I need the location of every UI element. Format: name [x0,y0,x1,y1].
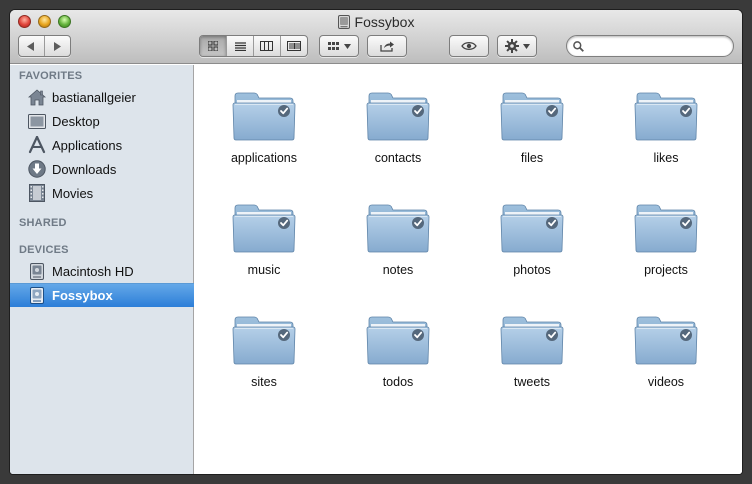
downloads-icon [28,160,46,178]
quick-look-button[interactable] [449,35,489,57]
back-forward-control [18,35,71,57]
window-title: Fossybox [10,13,742,31]
search-field[interactable] [566,35,734,57]
folder-icon [232,202,296,254]
sidebar-item-fossybox[interactable]: Fossybox [10,283,194,307]
folder-item[interactable]: todos [338,314,458,414]
sidebar-item-macintosh-hd[interactable]: Macintosh HD [10,259,194,283]
folder-icon [634,202,698,254]
chevron-down-icon [522,43,530,49]
forward-arrow-icon [54,41,62,51]
forward-button[interactable] [45,36,70,56]
folder-label: applications [230,151,297,165]
folder-icon [232,90,296,142]
sidebar-item-downloads[interactable]: Downloads [10,157,194,181]
search-input[interactable] [587,38,727,54]
folder-label: likes [653,151,679,165]
devices-heading: DEVICES [19,244,69,256]
shared-heading: SHARED [19,217,67,229]
icon-view: applications contacts files likes music … [195,65,742,474]
folder-item[interactable]: sites [204,314,324,414]
title-bar[interactable]: Fossybox [10,10,742,64]
window-title-text: Fossybox [354,14,415,30]
arrange-icon [327,41,339,50]
folder-item[interactable]: files [472,90,592,190]
sidebar-item-label: Applications [52,137,123,153]
folder-label: sites [251,375,277,389]
finder-window: Fossybox FAVORITES bastianallgeier Deskt… [10,10,742,474]
search-icon [573,41,584,52]
share-button[interactable] [367,35,407,57]
sidebar-item-home[interactable]: bastianallgeier [10,85,194,109]
folder-label: notes [382,263,414,277]
folder-item[interactable]: notes [338,202,458,302]
column-view-icon [260,41,274,51]
folder-icon [634,90,698,142]
column-view-button[interactable] [254,36,281,56]
folder-item[interactable]: contacts [338,90,458,190]
favorites-heading: FAVORITES [19,70,83,82]
applications-icon [28,136,46,154]
folder-item[interactable]: tweets [472,314,592,414]
cover-flow-icon [286,41,301,51]
action-button[interactable] [497,35,537,57]
folder-label: photos [513,263,551,277]
folder-icon [232,314,296,366]
chevron-down-icon [343,43,351,49]
sidebar-item-desktop[interactable]: Desktop [10,109,194,133]
folder-label: tweets [513,375,551,389]
home-icon [28,88,46,106]
view-mode-control [199,35,308,57]
arrange-button[interactable] [319,35,359,57]
sidebar-item-label: Desktop [52,113,100,129]
cover-flow-button[interactable] [281,36,307,56]
folder-item[interactable]: photos [472,202,592,302]
back-arrow-icon [27,41,35,51]
folder-label: files [520,151,544,165]
icon-view-button[interactable] [200,36,228,56]
movies-icon [28,184,46,202]
eye-icon [461,41,477,51]
drive-icon [337,15,350,29]
folder-item[interactable]: projects [606,202,726,302]
folder-item[interactable]: videos [606,314,726,414]
folder-label: contacts [374,151,422,165]
folder-item[interactable]: likes [606,90,726,190]
share-icon [379,41,394,52]
gear-icon [504,39,519,53]
sidebar-item-label: Macintosh HD [52,263,134,279]
folder-icon [500,314,564,366]
sidebar-item-label: bastianallgeier [52,89,136,105]
sidebar-item-applications[interactable]: Applications [10,133,194,157]
sidebar-item-label: Movies [52,185,94,201]
hard-drive-icon [28,262,46,280]
folder-icon [500,202,564,254]
list-view-icon [234,41,246,51]
folder-label: projects [644,263,688,277]
sidebar-item-label: Downloads [52,161,117,177]
folder-item[interactable]: applications [204,90,324,190]
list-view-button[interactable] [227,36,254,56]
folder-label: music [247,263,281,277]
back-button[interactable] [19,36,45,56]
sidebar-item-label: Fossybox [52,288,113,303]
folder-label: videos [647,375,685,389]
sidebar: FAVORITES bastianallgeier Desktop Applic… [10,65,194,474]
folder-label: todos [382,375,414,389]
desktop-icon [28,112,46,130]
folder-icon [366,202,430,254]
folder-icon [366,314,430,366]
folder-icon [634,314,698,366]
folder-item[interactable]: music [204,202,324,302]
folder-icon [500,90,564,142]
folder-icon [366,90,430,142]
icon-view-icon [208,41,219,51]
sidebar-item-movies[interactable]: Movies [10,181,194,205]
external-drive-icon [28,287,46,305]
